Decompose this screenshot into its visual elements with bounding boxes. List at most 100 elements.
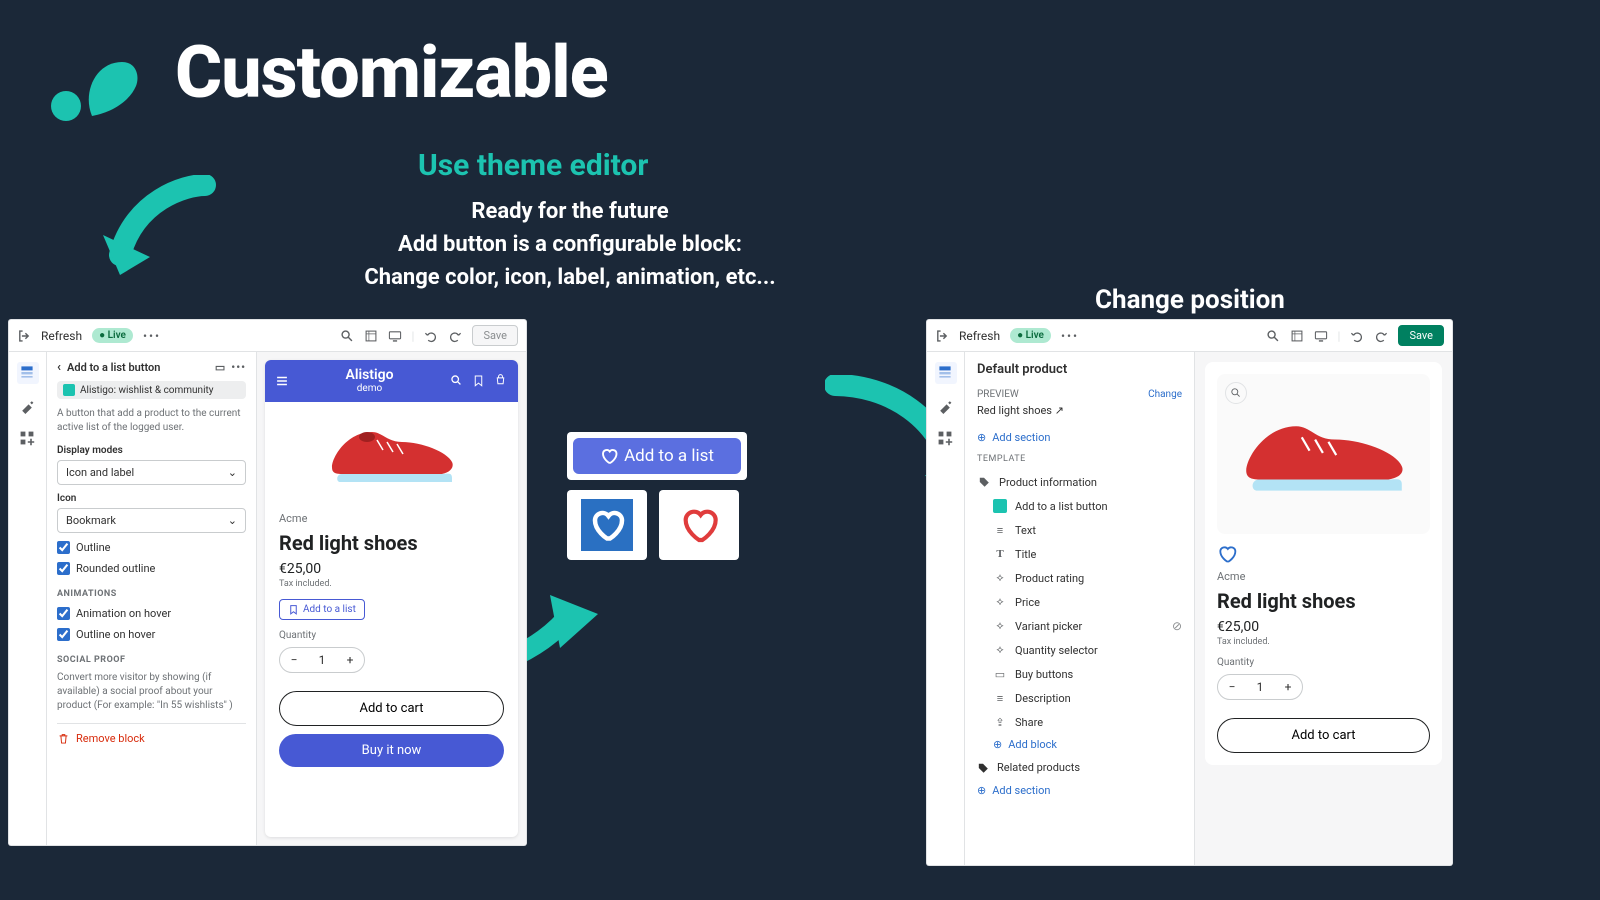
block-share[interactable]: ⇪Share [977,710,1182,734]
save-button[interactable]: Save [472,325,518,346]
change-preview-link[interactable]: Change [1148,389,1182,400]
buy-now-button[interactable]: Buy it now [279,734,504,767]
qty-minus[interactable]: − [1218,675,1246,699]
rating-icon: ⟡ [993,571,1007,585]
product-price: €25,00 [1217,619,1430,635]
remove-block-button[interactable]: Remove block [57,723,246,745]
block-rating[interactable]: ⟡Product rating [977,566,1182,590]
add-to-cart-button[interactable]: Add to cart [1217,718,1430,753]
editor-rail [9,352,47,845]
app-logo-icon [63,384,75,396]
exit-icon[interactable] [935,329,949,343]
apps-rail-icon[interactable] [937,430,955,448]
add-to-cart-button[interactable]: Add to cart [279,691,504,726]
qty-minus[interactable]: − [280,648,308,672]
wishlist-heart-icon[interactable] [1217,544,1430,564]
exit-icon[interactable] [17,329,31,343]
viewport-selector-icon[interactable] [1290,329,1304,343]
block-title: Add to a list button [67,361,209,374]
redo-icon[interactable] [1374,329,1388,343]
redo-icon[interactable] [448,329,462,343]
live-preview-area: Alistigodemo Acme Red light shoes €25,00… [257,352,526,845]
editor-topbar: Refresh ● Live ••• | Save [9,320,526,352]
social-proof-section-label: SOCIAL PROOF [57,655,246,665]
menu-icon[interactable] [275,374,289,388]
product-price: €25,00 [279,561,504,577]
block-text[interactable]: ≡Text [977,518,1182,542]
block-description[interactable]: ≡Description [977,686,1182,710]
icon-select[interactable]: Bookmark⌄ [57,508,246,533]
refresh-link[interactable]: Refresh [41,329,82,343]
display-modes-select[interactable]: Icon and label⌄ [57,460,246,485]
back-chevron-icon[interactable]: ‹ [57,360,61,375]
sections-rail-icon[interactable] [935,362,957,384]
viewport-selector-icon[interactable] [364,329,378,343]
quantity-stepper[interactable]: − 1 + [279,647,365,673]
theme-settings-rail-icon[interactable] [19,398,37,416]
more-icon[interactable]: ••• [1061,329,1079,343]
save-button[interactable]: Save [1398,325,1444,346]
block-title[interactable]: TTitle [977,542,1182,566]
product-image [265,402,518,502]
undo-icon[interactable] [1350,329,1364,343]
outline-checkbox[interactable]: Outline [57,541,246,554]
chevron-down-icon: ⌄ [228,514,237,527]
block-quantity[interactable]: ⟡Quantity selector [977,638,1182,662]
rounded-outline-checkbox[interactable]: Rounded outline [57,562,246,575]
icon-label: Icon [57,493,246,504]
cart-icon[interactable] [494,374,508,388]
block-add-to-list[interactable]: Add to a list button [977,494,1182,518]
search-icon[interactable] [1266,329,1280,343]
plus-icon: ⊕ [977,431,986,444]
social-proof-description: Convert more visitor by showing (if avai… [57,671,246,713]
more-icon[interactable]: ••• [143,329,161,343]
animations-section-label: ANIMATIONS [57,589,246,599]
add-to-list-button[interactable]: Add to a list [279,599,365,620]
app-attribution-chip[interactable]: Alistigo: wishlist & community [57,381,246,399]
qty-plus[interactable]: + [1274,675,1302,699]
block-variant-picker[interactable]: ⟡Variant picker⊘ [977,614,1182,638]
mobile-preview: Alistigodemo Acme Red light shoes €25,00… [265,360,518,837]
bookmark-icon[interactable] [472,374,486,388]
heart-icon [600,447,618,465]
quantity-stepper[interactable]: − 1 + [1217,674,1303,700]
undo-icon[interactable] [424,329,438,343]
sample-pill-button: Add to a list [567,432,747,480]
zoom-icon[interactable] [1225,382,1247,404]
text-icon: ≡ [993,523,1007,537]
animation-hover-checkbox[interactable]: Animation on hover [57,607,246,620]
live-preview-area: Acme Red light shoes €25,00 Tax included… [1195,352,1452,865]
block-related-products[interactable]: Related products [977,761,1182,774]
outline-hover-checkbox[interactable]: Outline on hover [57,628,246,641]
add-block-link[interactable]: ⊕Add block [977,738,1182,751]
button-style-samples: Add to a list [567,432,747,560]
sections-rail-icon[interactable] [17,362,39,384]
apps-rail-icon[interactable] [19,430,37,448]
template-title: Default product [977,362,1182,377]
external-link-icon[interactable]: ↗ [1055,404,1064,417]
arrow-decoration-1 [95,175,225,305]
editor-rail [927,352,965,865]
product-image [1217,374,1430,534]
add-section-link[interactable]: ⊕Add section [977,431,1182,444]
preview-toggle-icon[interactable]: ▭ [215,361,225,374]
theme-settings-rail-icon[interactable] [937,398,955,416]
product-brand: Acme [1217,570,1430,583]
search-icon[interactable] [450,374,464,388]
search-icon[interactable] [340,329,354,343]
qty-value: 1 [1246,675,1274,699]
refresh-link[interactable]: Refresh [959,329,1000,343]
desktop-icon[interactable] [1314,329,1328,343]
description-icon: ≡ [993,691,1007,705]
block-buy-buttons[interactable]: ▭Buy buttons [977,662,1182,686]
add-section-link-bottom[interactable]: ⊕Add section [977,784,1182,797]
desktop-icon[interactable] [388,329,402,343]
hidden-icon[interactable]: ⊘ [1172,619,1182,633]
heart-icon [589,507,625,543]
product-title: Red light shoes [1217,589,1430,613]
block-price[interactable]: ⟡Price [977,590,1182,614]
block-more-icon[interactable]: ••• [231,361,246,374]
variant-icon: ⟡ [993,619,1007,633]
block-product-information[interactable]: Product information [977,470,1182,494]
qty-plus[interactable]: + [336,648,364,672]
